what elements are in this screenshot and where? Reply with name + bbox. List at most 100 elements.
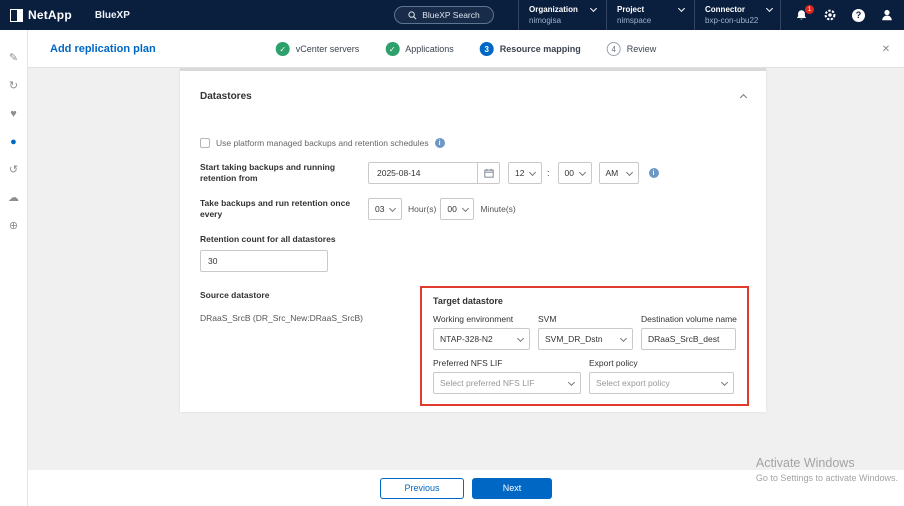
organization-menu-value: nimogisa xyxy=(529,16,596,25)
retention-count-input[interactable] xyxy=(200,250,328,272)
chevron-down-icon xyxy=(462,205,469,212)
step-complete-icon xyxy=(276,42,290,56)
source-datastore-block: Source datastore DRaaS_SrcB (DR_Src_New:… xyxy=(200,286,420,323)
chevron-down-icon xyxy=(625,169,632,176)
working-environment-label: Working environment xyxy=(433,314,530,324)
frequency-hour-value: 03 xyxy=(375,204,384,214)
windows-activation-watermark: Activate Windows Go to Settings to activ… xyxy=(756,456,898,483)
info-icon[interactable] xyxy=(435,138,445,148)
platform-backup-label: Use platform managed backups and retenti… xyxy=(216,138,429,148)
collapse-chevron-icon[interactable] xyxy=(740,94,747,101)
topbar-icon-cluster: 1 xyxy=(780,0,894,30)
search-icon xyxy=(408,11,417,20)
svm-label: SVM xyxy=(538,314,633,324)
chevron-down-icon xyxy=(529,169,536,176)
watermark-line2: Go to Settings to activate Windows. xyxy=(756,473,898,483)
step-label: Applications xyxy=(405,44,454,54)
settings-button[interactable] xyxy=(823,8,837,22)
target-datastore-title: Target datastore xyxy=(433,296,736,306)
minute-select[interactable]: 00 xyxy=(558,162,592,184)
backup-frequency-row: Take backups and run retention once ever… xyxy=(200,198,746,220)
calendar-icon xyxy=(484,168,494,178)
previous-button[interactable]: Previous xyxy=(380,478,464,499)
minute-value: 00 xyxy=(565,168,574,178)
chevron-down-icon xyxy=(766,5,773,12)
calendar-button[interactable] xyxy=(477,163,499,183)
help-button[interactable] xyxy=(852,9,865,22)
source-datastore-label: Source datastore xyxy=(200,290,420,300)
chevron-down-icon xyxy=(389,205,396,212)
connector-menu[interactable]: Connector bxp-con-ubu22 xyxy=(694,0,782,30)
wizard-header: Add replication plan vCenter servers App… xyxy=(28,30,904,68)
working-environment-select[interactable]: NTAP-328-N2 xyxy=(433,328,530,350)
disaster-recovery-icon: ● xyxy=(10,136,17,148)
netapp-logo-text: NetApp xyxy=(28,8,72,22)
target-row-2: Preferred NFS LIF Select preferred NFS L… xyxy=(433,358,736,394)
user-account-button[interactable] xyxy=(880,8,894,22)
platform-backup-option: Use platform managed backups and retenti… xyxy=(200,138,746,148)
frequency-minute-select[interactable]: 00 xyxy=(440,198,474,220)
close-wizard-button[interactable] xyxy=(880,43,892,55)
step-vcenter-servers[interactable]: vCenter servers xyxy=(276,42,360,56)
wizard-content-area: Datastores Use platform managed backups … xyxy=(28,68,904,470)
sidebar-item-mobility[interactable]: ↺ xyxy=(6,162,21,177)
notifications-button[interactable]: 1 xyxy=(795,9,808,22)
project-menu[interactable]: Project nimspace xyxy=(606,0,694,30)
step-resource-mapping[interactable]: 3 Resource mapping xyxy=(480,42,581,56)
step-label: vCenter servers xyxy=(296,44,360,54)
wizard-steps: vCenter servers Applications 3 Resource … xyxy=(276,30,657,68)
svm-value: SVM_DR_Dstn xyxy=(545,334,603,344)
backup-frequency-label: Take backups and run retention once ever… xyxy=(200,198,368,220)
topbar-menus: Organization nimogisa Project nimspace C… xyxy=(518,0,782,30)
product-name: BlueXP xyxy=(95,10,130,21)
sidebar-item-health[interactable]: ↻ xyxy=(6,78,21,93)
sidebar-item-analysis[interactable]: ☁ xyxy=(6,190,21,205)
target-row-1: Working environment NTAP-328-N2 SVM SVM_… xyxy=(433,314,736,350)
protection-icon: ♥ xyxy=(10,108,17,120)
destination-volume-input[interactable] xyxy=(641,328,736,350)
organization-menu[interactable]: Organization nimogisa xyxy=(518,0,606,30)
backup-start-date-picker[interactable]: 2025-08-14 xyxy=(368,162,500,184)
next-button[interactable]: Next xyxy=(472,478,552,499)
connector-menu-label: Connector xyxy=(705,5,745,14)
bluexp-search-button[interactable]: BlueXP Search xyxy=(394,6,494,24)
connector-menu-value: bxp-con-ubu22 xyxy=(705,16,772,25)
organization-menu-label: Organization xyxy=(529,5,578,14)
netapp-logo: NetApp BlueXP xyxy=(10,0,130,30)
chevron-down-icon xyxy=(579,169,586,176)
step-review[interactable]: 4 Review xyxy=(607,42,657,56)
preferred-nfs-lif-label: Preferred NFS LIF xyxy=(433,358,581,368)
project-menu-value: nimspace xyxy=(617,16,684,25)
info-icon[interactable] xyxy=(649,168,659,178)
export-policy-select[interactable]: Select export policy xyxy=(589,372,734,394)
ampm-select[interactable]: AM xyxy=(599,162,639,184)
chevron-down-icon xyxy=(620,335,627,342)
backup-start-date-value: 2025-08-14 xyxy=(377,168,420,178)
step-complete-icon xyxy=(385,42,399,56)
netapp-logo-icon xyxy=(10,9,23,22)
project-menu-label: Project xyxy=(617,5,644,14)
svm-select[interactable]: SVM_DR_Dstn xyxy=(538,328,633,350)
step-label: Resource mapping xyxy=(500,44,581,54)
hours-unit-label: Hour(s) xyxy=(408,204,436,214)
health-icon: ↻ xyxy=(9,79,18,92)
preferred-nfs-lif-select[interactable]: Select preferred NFS LIF xyxy=(433,372,581,394)
sidebar-item-protection[interactable]: ♥ xyxy=(6,106,21,121)
chevron-down-icon xyxy=(721,379,728,386)
left-nav-sidebar: ✎ ↻ ♥ ● ↺ ☁ ⊕ xyxy=(0,30,28,506)
hour-select[interactable]: 12 xyxy=(508,162,542,184)
page-title: Add replication plan xyxy=(50,30,156,68)
sidebar-item-disaster-recovery[interactable]: ● xyxy=(6,134,21,149)
sidebar-item-control[interactable]: ⊕ xyxy=(6,218,21,233)
chevron-down-icon xyxy=(590,5,597,12)
user-icon xyxy=(880,8,894,22)
analysis-icon: ☁ xyxy=(8,191,19,204)
frequency-hour-select[interactable]: 03 xyxy=(368,198,402,220)
platform-backup-checkbox[interactable] xyxy=(200,138,210,148)
backup-start-label: Start taking backups and running retenti… xyxy=(200,162,368,184)
preferred-nfs-lif-placeholder: Select preferred NFS LIF xyxy=(440,378,534,388)
mobility-icon: ↺ xyxy=(9,163,18,176)
step-applications[interactable]: Applications xyxy=(385,42,454,56)
ampm-value: AM xyxy=(606,168,619,178)
sidebar-item-storage[interactable]: ✎ xyxy=(6,50,21,65)
